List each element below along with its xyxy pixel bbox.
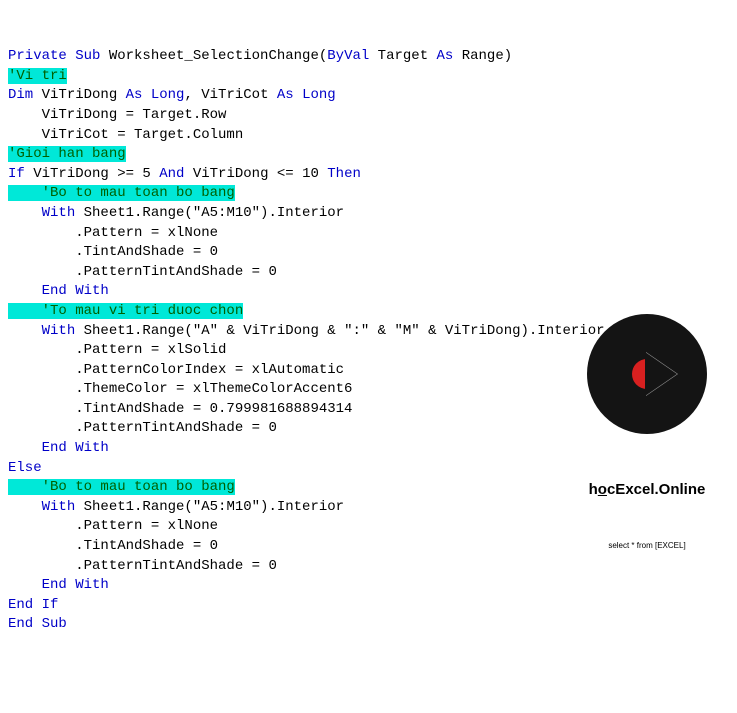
txt: Sheet1.Range("A5:M10").Interior xyxy=(75,205,344,221)
txt: Sheet1.Range("A" & ViTriDong & ":" & "M"… xyxy=(75,323,604,339)
logo-text-u: o xyxy=(598,481,607,498)
txt: ViTriDong <= 10 xyxy=(184,166,327,182)
kw-with3: With xyxy=(42,499,76,515)
code-line: .PatternTintAndShade = 0 xyxy=(8,420,277,436)
code-line: .TintAndShade = 0.799981688894314 xyxy=(8,401,352,417)
indent xyxy=(8,283,42,299)
kw-aslong1: As Long xyxy=(126,87,185,103)
txt: Worksheet_SelectionChange( xyxy=(100,48,327,64)
kw-aslong2: As Long xyxy=(277,87,336,103)
kw-endif: End If xyxy=(8,597,58,613)
code-line: .TintAndShade = 0 xyxy=(8,244,218,260)
kw-as: As xyxy=(437,48,454,64)
code-line: ViTriDong = Target.Row xyxy=(8,107,226,123)
code-line: .ThemeColor = xlThemeColorAccent6 xyxy=(8,381,352,397)
comment-tomau: 'To mau vi tri duoc chon xyxy=(8,303,243,319)
kw-then: Then xyxy=(327,166,361,182)
kw-private-sub: Private Sub xyxy=(8,48,100,64)
txt: , ViTriCot xyxy=(184,87,276,103)
code-line: .Pattern = xlSolid xyxy=(8,342,226,358)
txt: ViTriDong >= 5 xyxy=(25,166,159,182)
comment-botomau2: 'Bo to mau toan bo bang xyxy=(8,479,235,495)
logo-play-icon xyxy=(645,352,677,396)
code-line: .Pattern = xlNone xyxy=(8,225,218,241)
kw-if: If xyxy=(8,166,25,182)
kw-byval: ByVal xyxy=(327,48,369,64)
txt: Target xyxy=(369,48,436,64)
kw-endwith3: End With xyxy=(42,577,109,593)
logo-text-post: cExcel.Online xyxy=(607,481,705,498)
code-line: .TintAndShade = 0 xyxy=(8,538,218,554)
comment-gioihan: 'Gioi han bang xyxy=(8,146,126,162)
code-line: ViTriCot = Target.Column xyxy=(8,127,243,143)
logo-circle-icon xyxy=(587,314,707,434)
txt: ViTriDong xyxy=(33,87,125,103)
kw-else: Else xyxy=(8,460,42,476)
indent xyxy=(8,440,42,456)
kw-endsub: End Sub xyxy=(8,616,67,632)
kw-and: And xyxy=(159,166,184,182)
code-line: .PatternTintAndShade = 0 xyxy=(8,558,277,574)
code-line: .PatternColorIndex = xlAutomatic xyxy=(8,362,344,378)
indent xyxy=(8,499,42,515)
kw-endwith1: End With xyxy=(42,283,109,299)
comment-botomau1: 'Bo to mau toan bo bang xyxy=(8,185,235,201)
kw-dim: Dim xyxy=(8,87,33,103)
kw-endwith2: End With xyxy=(42,440,109,456)
indent xyxy=(8,577,42,593)
indent xyxy=(8,323,42,339)
code-line: .PatternTintAndShade = 0 xyxy=(8,264,277,280)
code-line: .Pattern = xlNone xyxy=(8,518,218,534)
kw-with1: With xyxy=(42,205,76,221)
logo-text-pre: h xyxy=(589,481,598,498)
txt: Range) xyxy=(453,48,512,64)
comment-vitri: 'Vi tri xyxy=(8,68,67,84)
indent xyxy=(8,205,42,221)
logo-subtext: select * from [EXCEL] xyxy=(587,540,707,551)
kw-with2: With xyxy=(42,323,76,339)
brand-logo: hocExcel.Online select * from [EXCEL] xyxy=(587,275,707,571)
logo-text: hocExcel.Online xyxy=(587,479,707,500)
txt: Sheet1.Range("A5:M10").Interior xyxy=(75,499,344,515)
